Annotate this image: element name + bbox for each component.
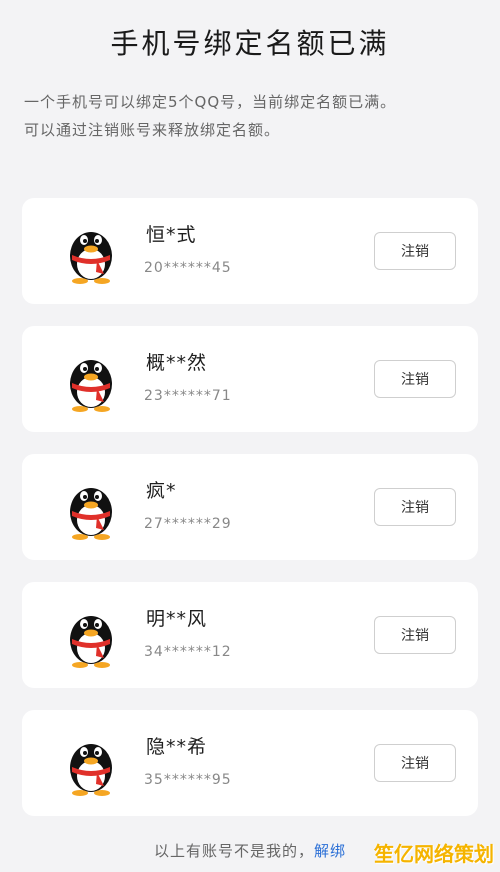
unbind-link[interactable]: 解绑 xyxy=(314,842,346,860)
description: 一个手机号可以绑定5个QQ号，当前绑定名额已满。 可以通过注销账号来释放绑定名额… xyxy=(24,88,480,144)
account-name: 疯* xyxy=(146,480,177,502)
account-name: 明**风 xyxy=(146,608,208,630)
description-line-1: 一个手机号可以绑定5个QQ号，当前绑定名额已满。 xyxy=(24,93,397,111)
account-number: 34******12 xyxy=(144,644,232,660)
account-card: 隐**希 35******95 注销 xyxy=(22,710,478,816)
account-name: 恒*式 xyxy=(146,224,197,246)
qq-penguin-icon xyxy=(70,744,112,796)
qq-penguin-icon xyxy=(70,616,112,668)
footer-text: 以上有账号不是我的， xyxy=(153,842,314,860)
description-line-2: 可以通过注销账号来释放绑定名额。 xyxy=(24,121,281,139)
account-number: 35******95 xyxy=(144,772,232,788)
qq-penguin-icon xyxy=(70,232,112,284)
account-number: 23******71 xyxy=(144,388,232,404)
cancel-account-button[interactable]: 注销 xyxy=(374,360,456,398)
page-title: 手机号绑定名额已满 xyxy=(110,27,390,60)
account-number: 20******45 xyxy=(144,260,232,276)
account-name: 隐**希 xyxy=(146,736,208,758)
cancel-account-button[interactable]: 注销 xyxy=(374,488,456,526)
qq-penguin-icon xyxy=(70,360,112,412)
account-list: 恒*式 20******45 注销 概**然 23******71 注销 疯* … xyxy=(22,198,478,838)
cancel-account-button[interactable]: 注销 xyxy=(374,616,456,654)
account-number: 27******29 xyxy=(144,516,232,532)
cancel-account-button[interactable]: 注销 xyxy=(374,744,456,782)
watermark-logo: 笙亿网络策划 xyxy=(374,842,494,866)
account-card: 恒*式 20******45 注销 xyxy=(22,198,478,304)
account-card: 疯* 27******29 注销 xyxy=(22,454,478,560)
cancel-account-button[interactable]: 注销 xyxy=(374,232,456,270)
account-card: 明**风 34******12 注销 xyxy=(22,582,478,688)
account-name: 概**然 xyxy=(146,352,208,374)
account-card: 概**然 23******71 注销 xyxy=(22,326,478,432)
qq-penguin-icon xyxy=(70,488,112,540)
